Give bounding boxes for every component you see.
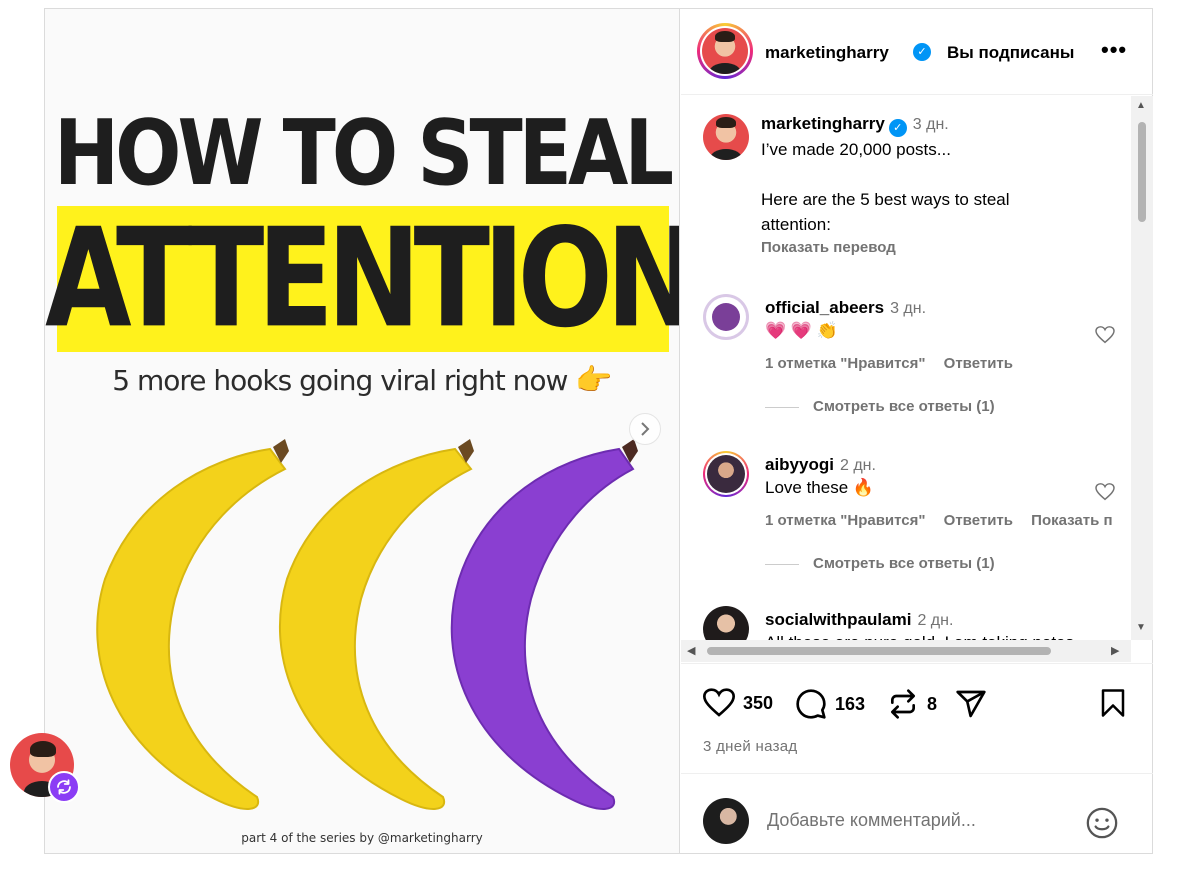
like-count[interactable]: 350 [743, 693, 773, 714]
post-actions: 350 163 8 3 дней назад [681, 663, 1153, 773]
share-action[interactable] [955, 688, 987, 720]
post-header: marketingharry ✓ Вы подписаны ••• [681, 9, 1153, 95]
scroll-right-icon[interactable]: ▶ [1111, 644, 1119, 657]
save-action[interactable] [1099, 688, 1127, 718]
caption-line-1: I’ve made 20,000 posts... [761, 140, 951, 159]
commenter-avatar[interactable] [703, 606, 749, 640]
scroll-down-icon[interactable]: ▼ [1136, 622, 1146, 633]
caption-author-avatar[interactable] [703, 114, 749, 160]
author-avatar[interactable] [697, 23, 753, 79]
comment-text: 💗 💗 👏 [765, 321, 838, 340]
scroll-thumb[interactable] [1138, 122, 1146, 222]
post-media[interactable]: HOW TO STEAL ATTENTION 5 more hooks goin… [45, 9, 680, 853]
comment-time[interactable]: 3 дн. [890, 300, 926, 317]
commenter-avatar[interactable] [703, 294, 749, 340]
verified-icon: ✓ [913, 43, 931, 61]
comment-like-heart-icon[interactable] [1095, 483, 1115, 501]
chevron-right-icon [641, 422, 650, 436]
reply-button[interactable]: Ответить [944, 355, 1013, 372]
post-time[interactable]: 3 дней назад [703, 738, 797, 755]
comment-action[interactable]: 163 [795, 688, 865, 720]
comments-horizontal-scrollbar[interactable]: ◀ ▶ [681, 640, 1131, 662]
caption-time[interactable]: 3 дн. [913, 116, 949, 133]
post-modal: HOW TO STEAL ATTENTION 5 more hooks goin… [44, 8, 1153, 854]
comment-count[interactable]: 163 [835, 694, 865, 715]
comment-time[interactable]: 2 дн. [840, 457, 876, 474]
banana-yellow-2 [279, 447, 473, 810]
media-caption: part 4 of the series by @marketingharry [241, 831, 483, 845]
caption-author-username[interactable]: marketingharry [761, 114, 885, 133]
pointing-hand-icon: 👉 [575, 363, 612, 398]
author-username[interactable]: marketingharry [765, 43, 889, 63]
show-translation-link[interactable]: Показать п [1031, 512, 1112, 529]
author-avatar-image [702, 28, 748, 74]
commenter-avatar-image [707, 455, 745, 493]
share-icon[interactable] [955, 688, 987, 720]
headline-line1: HOW TO STEAL [53, 102, 674, 206]
like-action[interactable]: 350 [703, 688, 773, 718]
view-replies-button[interactable]: Смотреть все ответы (1) [765, 555, 1131, 572]
switch-account-badge[interactable] [48, 771, 80, 803]
repost-action[interactable]: 8 [887, 688, 937, 720]
comment-composer: Добавьте комментарий... [681, 773, 1153, 853]
caption-line-3: attention: [761, 215, 831, 234]
comment-icon[interactable] [795, 688, 827, 720]
scroll-thumb[interactable] [707, 647, 1051, 655]
bananas-illustration [96, 439, 638, 810]
emoji-icon[interactable] [1085, 806, 1119, 840]
commenter-avatar-image [712, 303, 740, 331]
commenter-avatar[interactable] [703, 451, 749, 497]
comment-input[interactable]: Добавьте комментарий... [767, 810, 976, 831]
comment-like-count[interactable]: 1 отметка "Нравится" [765, 355, 926, 372]
commenter-username[interactable]: aibyyogi [765, 455, 834, 474]
comment-like-count[interactable]: 1 отметка "Нравится" [765, 512, 926, 529]
reply-button[interactable]: Ответить [944, 512, 1013, 529]
headline-subline: 5 more hooks going viral right now 👉 [45, 363, 679, 398]
repost-count[interactable]: 8 [927, 694, 937, 715]
scroll-left-icon[interactable]: ◀ [687, 644, 695, 657]
refresh-icon [57, 779, 71, 795]
subline-text: 5 more hooks going viral right now [112, 364, 568, 397]
heart-icon[interactable] [703, 688, 735, 718]
current-user-avatar [703, 798, 749, 844]
scroll-up-icon[interactable]: ▲ [1136, 100, 1146, 111]
more-options-icon[interactable]: ••• [1101, 37, 1127, 63]
bookmark-icon[interactable] [1099, 688, 1127, 718]
comment-like-heart-icon[interactable] [1095, 326, 1115, 344]
comment-time[interactable]: 2 дн. [917, 612, 953, 629]
next-slide-button[interactable] [629, 413, 661, 445]
post-sidebar: marketingharry ✓ Вы подписаны ••• market… [681, 9, 1153, 853]
commenter-username[interactable]: socialwithpaulami [765, 610, 911, 629]
verified-icon: ✓ [888, 119, 907, 137]
banana-purple [450, 447, 635, 810]
view-replies-button[interactable]: Смотреть все ответы (1) [765, 398, 1105, 415]
comments-list[interactable]: marketingharry ✓ 3 дн. I’ve made 20,000 po… [681, 96, 1131, 640]
comment-text: Love these 🔥 [765, 478, 875, 497]
commenter-username[interactable]: official_abeers [765, 298, 884, 317]
repost-icon[interactable] [887, 688, 919, 720]
show-translation-link[interactable]: Показать перевод [761, 239, 1121, 256]
comment-text: All these are pure gold. I am taking not… [765, 630, 1125, 640]
banana-yellow-1 [96, 447, 287, 810]
comments-vertical-scrollbar[interactable]: ▲ ▼ [1131, 96, 1153, 640]
headline-line2: ATTENTION [45, 199, 680, 359]
follow-status-button[interactable]: Вы подписаны [947, 43, 1074, 63]
caption-line-2: Here are the 5 best ways to steal [761, 190, 1010, 209]
